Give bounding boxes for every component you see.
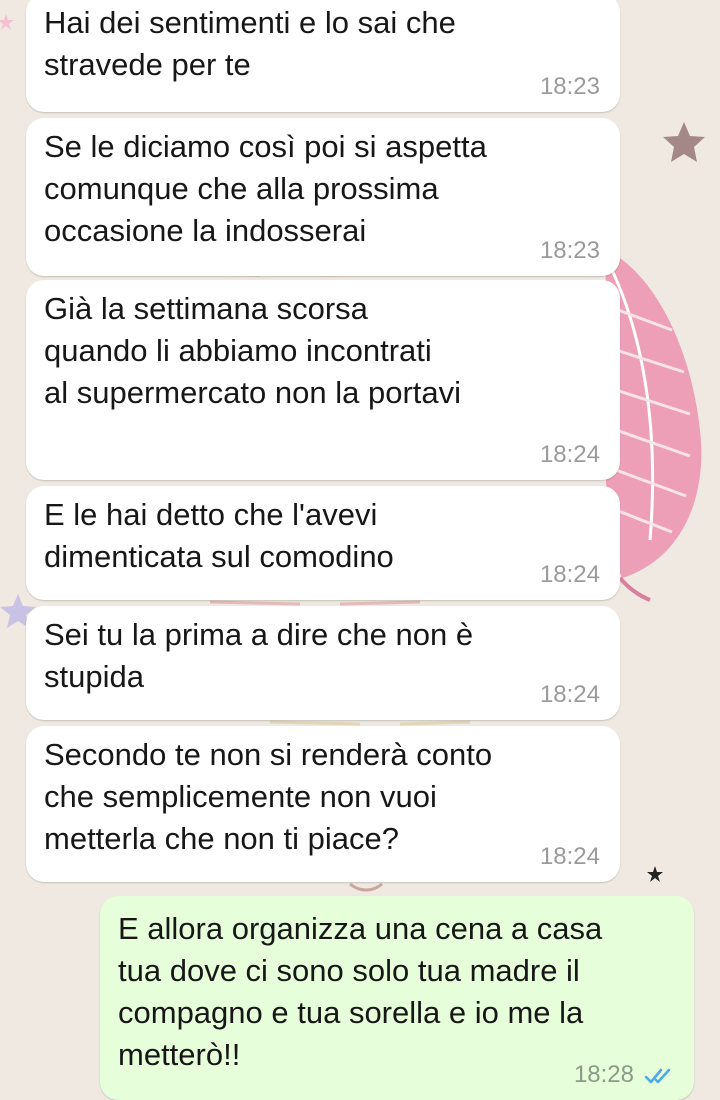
incoming-message-bubble[interactable]: Secondo te non si renderà conto che semp…: [26, 726, 620, 882]
incoming-message-bubble[interactable]: E le hai detto che l'avevi dimenticata s…: [26, 486, 620, 600]
message-text: Hai dei sentimenti e lo sai che stravede…: [44, 5, 456, 82]
message-timestamp: 18:23: [539, 237, 600, 264]
message-timestamp: 18:24: [539, 681, 600, 708]
message-text: Già la settimana scorsa quando li abbiam…: [44, 291, 462, 410]
message-text: Se le diciamo così poi si aspetta comunq…: [44, 129, 487, 248]
incoming-message-bubble[interactable]: Sei tu la prima a dire che non è stupida…: [26, 606, 620, 720]
message-text: Sei tu la prima a dire che non è stupida: [44, 617, 474, 694]
message-timestamp: 18:24: [539, 561, 600, 588]
message-text: Secondo te non si renderà conto che semp…: [44, 737, 493, 856]
message-list: Hai dei sentimenti e lo sai che stravede…: [0, 0, 720, 1100]
message-timestamp: 18:23: [539, 73, 600, 100]
message-timestamp: 18:28: [573, 1061, 634, 1088]
outgoing-message-bubble[interactable]: E allora organizza una cena a casa tua d…: [100, 896, 694, 1100]
message-text: E allora organizza una cena a casa tua d…: [118, 911, 603, 1072]
message-timestamp: 18:24: [539, 441, 600, 468]
message-timestamp: 18:24: [539, 843, 600, 870]
incoming-message-bubble[interactable]: Già la settimana scorsa quando li abbiam…: [26, 280, 620, 480]
incoming-message-bubble[interactable]: Se le diciamo così poi si aspetta comunq…: [26, 118, 620, 276]
message-text: E le hai detto che l'avevi dimenticata s…: [44, 497, 394, 574]
incoming-message-bubble[interactable]: Hai dei sentimenti e lo sai che stravede…: [26, 0, 620, 112]
double-check-icon: [644, 1068, 671, 1084]
